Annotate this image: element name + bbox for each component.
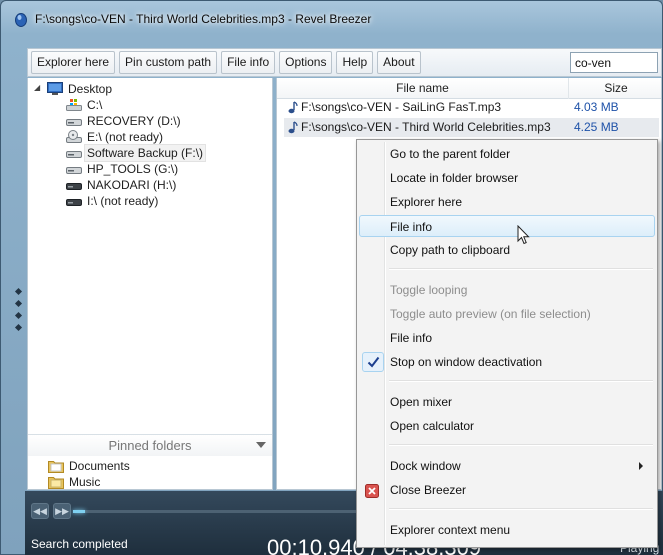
about-button[interactable]: About [377,51,421,74]
menu-separator [389,444,653,446]
hard-drive-icon [66,162,82,176]
tree-item-label: Desktop [68,82,113,96]
folder-tree: ◢ Desktop C:\ RECOVERY (D:\) E:\ (not re… [28,81,272,209]
file-name: F:\songs\co-VEN - SaiLinG FasT.mp3 [301,100,502,114]
menu-item-file-info[interactable]: File info [359,327,655,349]
dock-grip[interactable] [14,287,23,296]
menu-item-open-mixer[interactable]: Open mixer [359,391,655,413]
submenu-arrow-icon [639,462,643,470]
column-header-file-name[interactable]: File name [277,78,569,99]
tree-item-label: HP_TOOLS (G:\) [87,162,179,176]
removable-drive-icon [66,178,82,192]
menu-item-stop-on-window-deactivation[interactable]: Stop on window deactivation [359,351,655,373]
file-info-button[interactable]: File info [221,51,276,74]
menu-item-close-breezer[interactable]: Close Breezer [359,479,655,501]
file-row-selected[interactable]: F:\songs\co-VEN - Third World Celebritie… [284,118,659,137]
folder-tree-pane: ◢ Desktop C:\ RECOVERY (D:\) E:\ (not re… [27,78,273,490]
menu-item-locate-in-folder-browser[interactable]: Locate in folder browser [359,167,655,189]
folder-icon [48,459,64,473]
tree-item-label: E:\ (not ready) [87,130,164,144]
windows-drive-icon [66,98,82,112]
menu-item-go-to-parent-folder[interactable]: Go to the parent folder [359,143,655,165]
tree-item-label: C:\ [87,98,103,112]
tree-item-drive[interactable]: NAKODARI (H:\) [28,177,272,193]
tree-item-drive-selected[interactable]: Software Backup (F:\) [28,144,272,162]
tree-item-desktop[interactable]: ◢ Desktop [28,81,272,97]
file-size: 4.25 MB [574,120,619,134]
dock-grip[interactable] [14,299,23,308]
hard-drive-icon [66,114,82,128]
menu-separator [389,380,653,382]
pinned-folders-header[interactable]: Pinned folders [28,434,272,456]
seek-bar-progress [73,510,85,513]
expand-arrow-icon[interactable]: ◢ [34,84,42,92]
tree-item-drive[interactable]: HP_TOOLS (G:\) [28,161,272,177]
explorer-here-button[interactable]: Explorer here [31,51,116,74]
removable-drive-icon [66,194,82,208]
file-row[interactable]: F:\songs\co-VEN - SaiLinG FasT.mp3 4.03 … [284,98,659,117]
file-list-header: File name Size [277,78,661,99]
chevron-down-icon[interactable] [256,442,266,448]
seek-bar[interactable] [73,510,373,513]
menu-separator [389,508,653,510]
tree-item-drive[interactable]: RECOVERY (D:\) [28,113,272,129]
tree-item-label: NAKODARI (H:\) [87,178,177,192]
tree-item-drive[interactable]: C:\ [28,97,272,113]
column-header-size[interactable]: Size [569,78,663,99]
tree-item-label: I:\ (not ready) [87,194,159,208]
options-button[interactable]: Options [279,51,333,74]
toolbar: Explorer here Pin custom path File info … [27,48,662,77]
help-button[interactable]: Help [336,51,374,74]
file-size: 4.03 MB [574,100,619,114]
window-title: F:\songs\co-VEN - Third World Celebritie… [35,12,372,26]
context-menu: Go to the parent folder Locate in folder… [356,139,658,548]
dock-grip[interactable] [14,323,23,332]
dock-grip[interactable] [14,311,23,320]
search-input[interactable] [570,52,658,73]
desktop-icon [47,82,63,96]
menu-item-explorer-context-menu[interactable]: Explorer context menu [359,519,655,541]
file-name: F:\songs\co-VEN - Third World Celebritie… [301,120,551,134]
music-note-icon [286,121,298,134]
music-note-icon [286,101,298,114]
tree-item-label: RECOVERY (D:\) [87,114,181,128]
title-bar[interactable]: F:\songs\co-VEN - Third World Celebritie… [1,1,663,41]
tree-item-drive[interactable]: I:\ (not ready) [28,193,272,209]
menu-item-dock-window[interactable]: Dock window [359,455,655,477]
tree-item-label: Software Backup (F:\) [83,144,207,162]
breezer-app-icon [13,11,29,27]
menu-item-file-info-hovered[interactable]: File info [359,215,655,237]
menu-item-copy-path-to-clipboard[interactable]: Copy path to clipboard [359,239,655,261]
previous-track-button[interactable]: ◀◀ [31,503,49,519]
menu-separator [389,268,653,270]
next-track-button[interactable]: ▶▶ [53,503,71,519]
pinned-folders-title: Pinned folders [108,438,192,453]
menu-item-open-calculator[interactable]: Open calculator [359,415,655,437]
menu-item-toggle-auto-preview: Toggle auto preview (on file selection) [390,307,591,321]
menu-item-explorer-here[interactable]: Explorer here [359,191,655,213]
pinned-item-label: Music [69,475,101,489]
pinned-item-label: Documents [69,459,130,473]
tree-item-drive[interactable]: E:\ (not ready) [28,129,272,145]
folder-icon [48,475,64,489]
mouse-cursor-icon [517,224,531,248]
pin-custom-path-button[interactable]: Pin custom path [119,51,218,74]
checkmark-icon [362,352,384,372]
menu-item-toggle-looping: Toggle looping [390,283,468,297]
close-icon [365,483,379,498]
optical-drive-icon [66,130,82,144]
status-text: Search completed [31,537,128,551]
hard-drive-icon [66,146,82,160]
